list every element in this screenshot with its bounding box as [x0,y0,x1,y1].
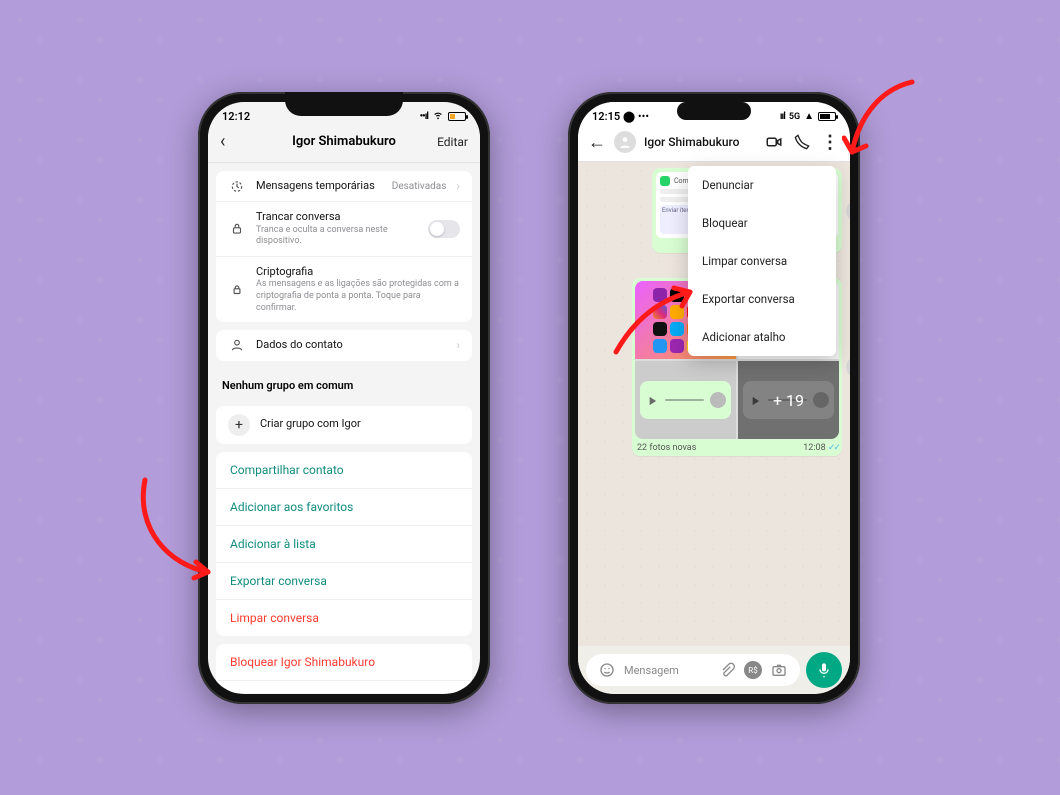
status-icons: ııl 5G ▲ [780,111,836,122]
chevron-right-icon: › [456,179,460,193]
screen-right: 12:15 ⬤ ••• ııl 5G ▲ ← Igor Shimabukuro … [578,102,850,694]
settings-card: Mensagens temporárias Desativadas › Tran… [216,171,472,322]
create-group-card: + Criar grupo com Igor [216,406,472,444]
row-contact-details[interactable]: Dados do contato › [216,330,472,360]
back-button[interactable]: ← [588,132,606,153]
chevron-right-icon: › [456,338,460,352]
person-icon [228,338,246,352]
back-button[interactable]: ‹ [220,131,260,152]
contact-details-card: Dados do contato › [216,330,472,360]
menu-export[interactable]: Exportar conversa [688,280,836,318]
row-label: CriptografiaAs mensagens e as ligações s… [256,265,460,314]
menu-report[interactable]: Denunciar [688,166,836,204]
status-time: 12:12 [222,110,250,123]
action-share-contact[interactable]: Compartilhar contato [216,452,472,488]
play-icon [645,393,659,407]
content-scroll[interactable]: Mensagens temporárias Desativadas › Tran… [208,163,480,693]
contact-name[interactable]: Igor Shimabukuro [644,135,756,149]
forward-icon[interactable] [846,356,850,378]
video-call-button[interactable] [764,133,784,151]
attach-icon[interactable] [716,659,738,681]
media-cell-3[interactable] [635,361,736,439]
groups-heading: Nenhum grupo em comum [208,369,480,398]
edit-button[interactable]: Editar [428,135,468,149]
action-add-list[interactable]: Adicionar à lista [216,525,472,562]
timer-icon [228,179,246,193]
signal-icon: ııl [780,111,785,122]
battery-icon [818,112,836,121]
row-label: Mensagens temporárias [256,179,382,193]
row-value: Desativadas [392,181,447,192]
signal-icon: ••ıl [420,111,428,122]
android-camera-pill [677,102,751,120]
overflow-menu: Denunciar Bloquear Limpar conversa Expor… [688,166,836,356]
more-menu-button[interactable]: ⋮ [820,132,840,153]
lock-toggle[interactable] [428,220,460,238]
media-cell-4[interactable]: + 19 [738,361,839,439]
menu-shortcut[interactable]: Adicionar atalho [688,318,836,356]
lock-icon [228,222,246,236]
wifi-icon [432,110,444,123]
action-block[interactable]: Bloquear Igor Shimabukuro [216,644,472,680]
row-temp-messages[interactable]: Mensagens temporárias Desativadas › [216,171,472,201]
iphone-notch [285,92,403,116]
whatsapp-icon [660,176,670,186]
status-time: 12:15 ⬤ ••• [592,110,649,123]
plus-icon: + [228,414,250,436]
actions-card: Compartilhar contato Adicionar aos favor… [216,452,472,636]
message-input[interactable]: Mensagem R$ [586,654,800,686]
mic-button[interactable] [806,652,842,688]
row-lock-chat[interactable]: Trancar conversaTranca e oculta a conver… [216,201,472,256]
battery-icon [448,112,466,121]
camera-icon[interactable] [768,659,790,681]
row-label: Trancar conversaTranca e oculta a conver… [256,210,418,248]
danger-card: Bloquear Igor Shimabukuro Denunciar Igor… [216,644,472,693]
contact-header: ‹ Igor Shimabukuro Editar [208,125,480,163]
action-report[interactable]: Denunciar Igor Shimabukuro [216,680,472,693]
menu-clear[interactable]: Limpar conversa [688,242,836,280]
emoji-icon[interactable] [596,659,618,681]
phone-right: 12:15 ⬤ ••• ııl 5G ▲ ← Igor Shimabukuro … [568,92,860,704]
forward-icon[interactable] [846,200,850,222]
message-placeholder: Mensagem [624,664,710,677]
action-add-favorites[interactable]: Adicionar aos favoritos [216,488,472,525]
row-encryption[interactable]: CriptografiaAs mensagens e as ligações s… [216,256,472,322]
screen-left: 12:12 ••ıl ‹ Igor Shimabukuro Editar Men… [208,102,480,694]
phone-left: 12:12 ••ıl ‹ Igor Shimabukuro Editar Men… [198,92,490,704]
avatar[interactable] [614,131,636,153]
menu-block[interactable]: Bloquear [688,204,836,242]
action-export-chat[interactable]: Exportar conversa [216,562,472,599]
action-clear-chat[interactable]: Limpar conversa [216,599,472,636]
voice-call-button[interactable] [792,134,812,150]
shield-icon [228,283,246,297]
photos-caption: 22 fotos novas [637,443,696,453]
signal-icon-2: ▲ [804,111,814,122]
more-overlay: + 19 [738,361,839,439]
status-icons: ••ıl [420,110,466,123]
status-dots: ⬤ ••• [623,110,649,123]
page-title: Igor Shimabukuro [260,134,428,149]
background-pattern [0,0,1060,795]
payment-icon[interactable]: R$ [744,661,762,679]
row-create-group[interactable]: + Criar grupo com Igor [216,406,472,444]
composer: Mensagem R$ [578,646,850,694]
network-label: 5G [789,112,800,122]
read-checks-icon: ✓✓ [828,443,839,453]
chat-header: ← Igor Shimabukuro ⋮ [578,125,850,162]
